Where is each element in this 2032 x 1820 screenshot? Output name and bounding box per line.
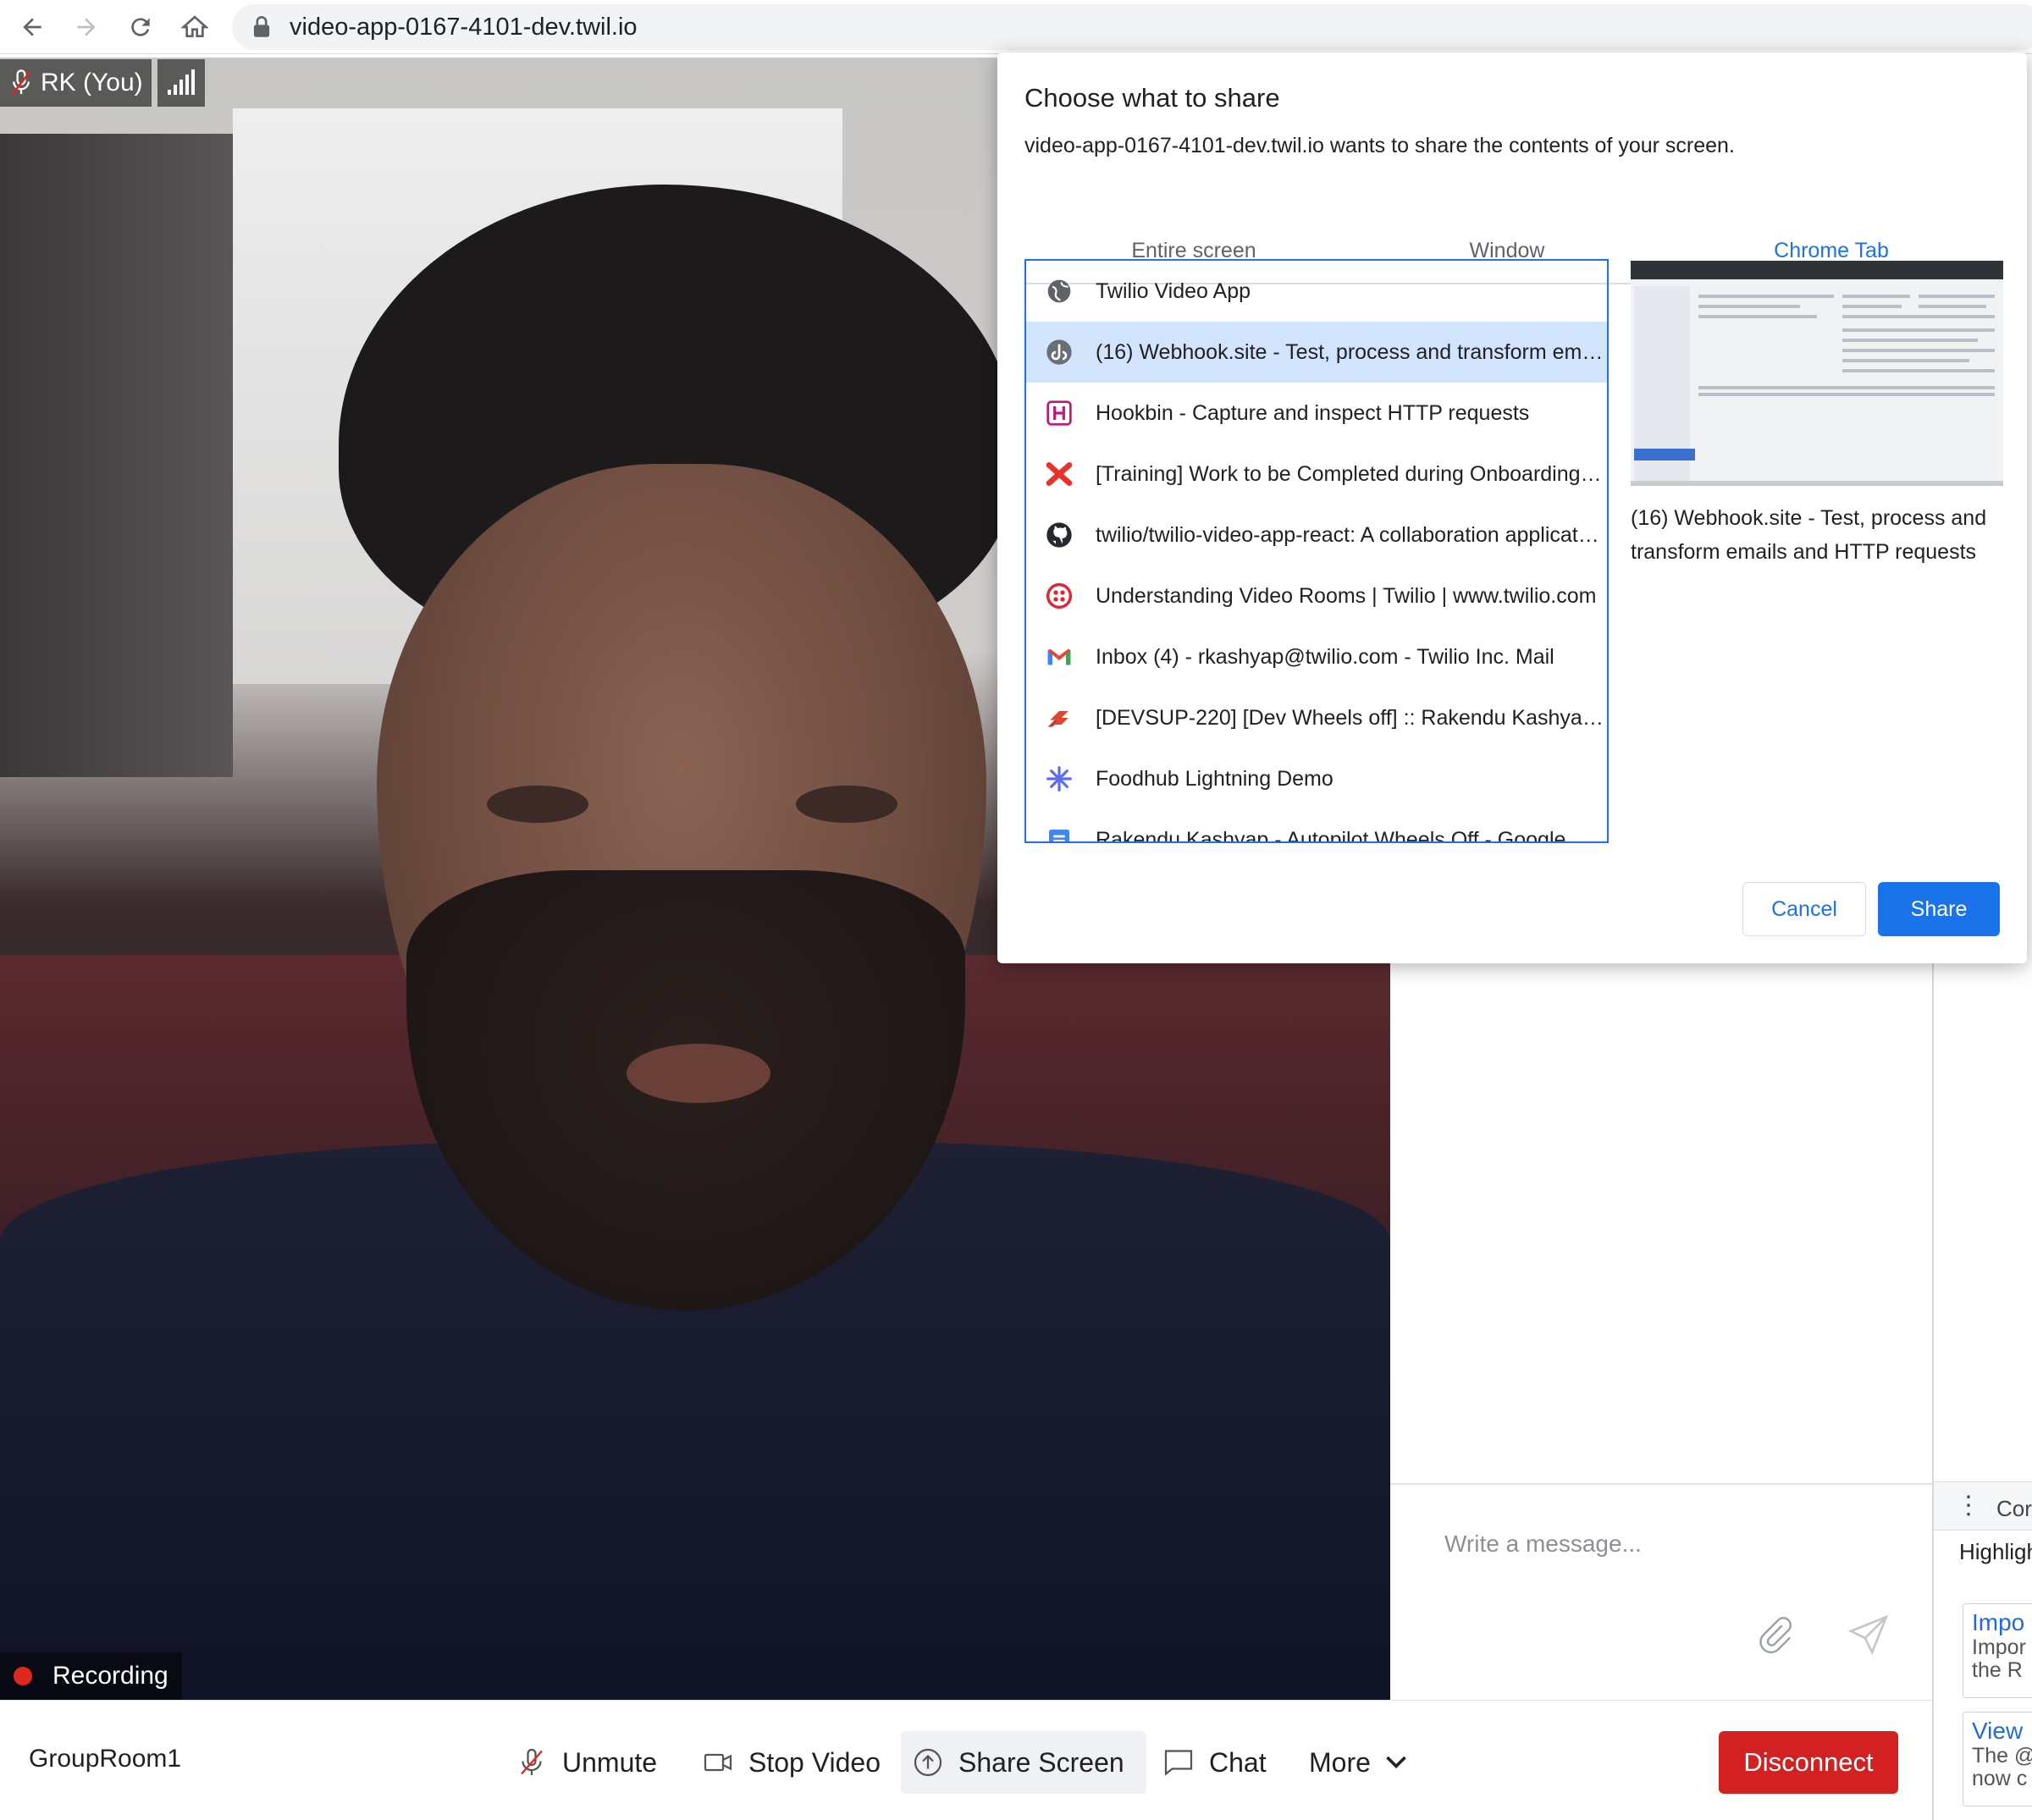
tab-list-item[interactable]: Rakendu Kashyap - Autopilot Wheels Off -… [1026, 809, 1607, 843]
tab-list-item[interactable]: Hookbin - Capture and inspect HTTP reque… [1026, 383, 1607, 444]
participant-name: RK (You) [41, 69, 143, 97]
attachment-icon[interactable] [1754, 1615, 1797, 1657]
tab-list-label: Foodhub Lightning Demo [1096, 766, 1334, 791]
docs-toolbar: ⋮ Cor [1934, 1481, 2032, 1530]
tab-preview-thumbnail [1631, 261, 2003, 486]
mic-off-icon [521, 1748, 543, 1775]
participant-label: RK (You) [0, 59, 152, 107]
dialog-title: Choose what to share [1024, 83, 1280, 113]
recording-indicator: Recording [0, 1652, 182, 1700]
docs-card-body: The @ [1972, 1744, 2032, 1768]
docs-card-body: now c [1972, 1767, 2028, 1790]
tab-list-item[interactable]: Inbox (4) - rkashyap@twilio.com - Twilio… [1026, 626, 1607, 687]
more-options-icon[interactable]: ⋮ [1956, 1491, 1981, 1520]
hookbin-icon [1045, 399, 1074, 427]
tab-list-label: (16) Webhook.site - Test, process and tr… [1096, 339, 1604, 364]
tab-list-item[interactable]: twilio/twilio-video-app-react: A collabo… [1026, 505, 1607, 565]
tab-list-item[interactable]: [Training] Work to be Completed during O… [1026, 444, 1607, 505]
tab-list-item[interactable]: [DEVSUP-220] [Dev Wheels off] :: Rakendu… [1026, 687, 1607, 748]
docs-card[interactable]: View The @ now c [1963, 1712, 2032, 1806]
forward-arrow-icon [77, 18, 96, 36]
browser-toolbar: video-app-0167-4101-dev.twil.io [0, 0, 2032, 54]
chat-bubble-icon [1164, 1750, 1193, 1776]
lock-icon [253, 16, 270, 37]
gmail-icon [1045, 643, 1074, 671]
docs-side-panel: ⋮ Cor Highligh Impo Impor the R View The… [1934, 963, 2032, 1820]
tab-list-label: Rakendu Kashyap - Autopilot Wheels Off -… [1096, 827, 1604, 843]
network-quality-icon [157, 59, 205, 107]
dialog-subtitle: video-app-0167-4101-dev.twil.io wants to… [1024, 134, 1735, 157]
preview-caption: (16) Webhook.site - Test, process and tr… [1631, 506, 1987, 564]
tab-list-label: Twilio Video App [1096, 279, 1251, 303]
asterisk-icon [1045, 764, 1074, 793]
disconnect-button[interactable]: Disconnect [1719, 1731, 1898, 1794]
address-bar[interactable]: video-app-0167-4101-dev.twil.io [232, 4, 2032, 50]
docs-card[interactable]: Impo Impor the R [1963, 1603, 2032, 1698]
room-name: GroupRoom1 [29, 1745, 182, 1773]
docs-card-body: Impor [1972, 1635, 2026, 1659]
chat-panel: Write a message... [1390, 963, 1932, 1700]
stop-video-label: Stop Video [748, 1746, 881, 1778]
chat-button[interactable]: Chat [1151, 1731, 1278, 1794]
home-icon [181, 15, 208, 37]
tab-list-label: Understanding Video Rooms | Twilio | www… [1096, 583, 1597, 608]
chat-label: Chat [1209, 1746, 1267, 1778]
unmute-button[interactable]: Unmute [505, 1731, 669, 1794]
globe-icon [1045, 277, 1074, 306]
stop-video-button[interactable]: Stop Video [691, 1731, 892, 1794]
cancel-button[interactable]: Cancel [1742, 882, 1866, 936]
mic-off-icon [11, 69, 31, 95]
tab-list-item[interactable]: Foodhub Lightning Demo [1026, 748, 1607, 809]
back-button[interactable] [14, 8, 51, 46]
recording-dot-icon [14, 1667, 32, 1685]
forward-button[interactable] [68, 8, 105, 46]
share-screen-label: Share Screen [958, 1746, 1124, 1778]
tab-list-label: twilio/twilio-video-app-react: A collabo… [1096, 522, 1604, 547]
tab-list-label: Hookbin - Capture and inspect HTTP reque… [1096, 400, 1530, 425]
tab-list-item[interactable]: Understanding Video Rooms | Twilio | www… [1026, 565, 1607, 626]
tab-list-label: [DEVSUP-220] [Dev Wheels off] :: Rakendu… [1096, 705, 1604, 730]
highlights-heading: Highligh [1959, 1539, 2032, 1564]
github-icon [1045, 521, 1074, 549]
home-button[interactable] [176, 8, 213, 46]
back-arrow-icon [23, 18, 41, 36]
chat-message-input[interactable]: Write a message... [1444, 1530, 1642, 1558]
share-button[interactable]: Share [1878, 882, 2000, 936]
share-screen-icon [914, 1748, 942, 1777]
video-camera-icon [704, 1753, 732, 1772]
send-icon[interactable] [1847, 1613, 1890, 1656]
webhook-site-icon [1045, 338, 1074, 367]
tab-list-label: [Training] Work to be Completed during O… [1096, 461, 1604, 486]
reload-icon [131, 18, 150, 36]
chrome-tab-list[interactable]: Twilio Video App (16) Webhook.site - Tes… [1024, 259, 1609, 843]
twilio-icon [1045, 582, 1074, 610]
meeting-controls-bar: GroupRoom1 Unmute Stop Video Share Scree… [0, 1700, 1932, 1820]
share-screen-button[interactable]: Share Screen [901, 1731, 1146, 1794]
jira-icon [1045, 703, 1074, 732]
tab-list-item[interactable]: Twilio Video App [1026, 261, 1607, 322]
docs-toolbar-text: Cor [1996, 1496, 2032, 1521]
unmute-label: Unmute [562, 1746, 658, 1778]
more-button[interactable]: More [1297, 1731, 1423, 1794]
url-text: video-app-0167-4101-dev.twil.io [290, 14, 638, 41]
docs-card-title[interactable]: View [1972, 1718, 2032, 1745]
reload-button[interactable] [122, 8, 159, 46]
docs-card-body: the R [1972, 1658, 2023, 1682]
docs-card-title[interactable]: Impo [1972, 1609, 2032, 1636]
google-docs-icon [1045, 825, 1074, 841]
x-logo-icon [1045, 460, 1074, 488]
tab-list-item[interactable]: (16) Webhook.site - Test, process and tr… [1026, 322, 1607, 383]
chevron-down-icon [1386, 1756, 1406, 1769]
recording-label: Recording [52, 1662, 168, 1690]
tab-list-label: Inbox (4) - rkashyap@twilio.com - Twilio… [1096, 644, 1554, 669]
share-screen-dialog: Choose what to share video-app-0167-4101… [997, 52, 2027, 963]
more-label: More [1309, 1746, 1371, 1778]
